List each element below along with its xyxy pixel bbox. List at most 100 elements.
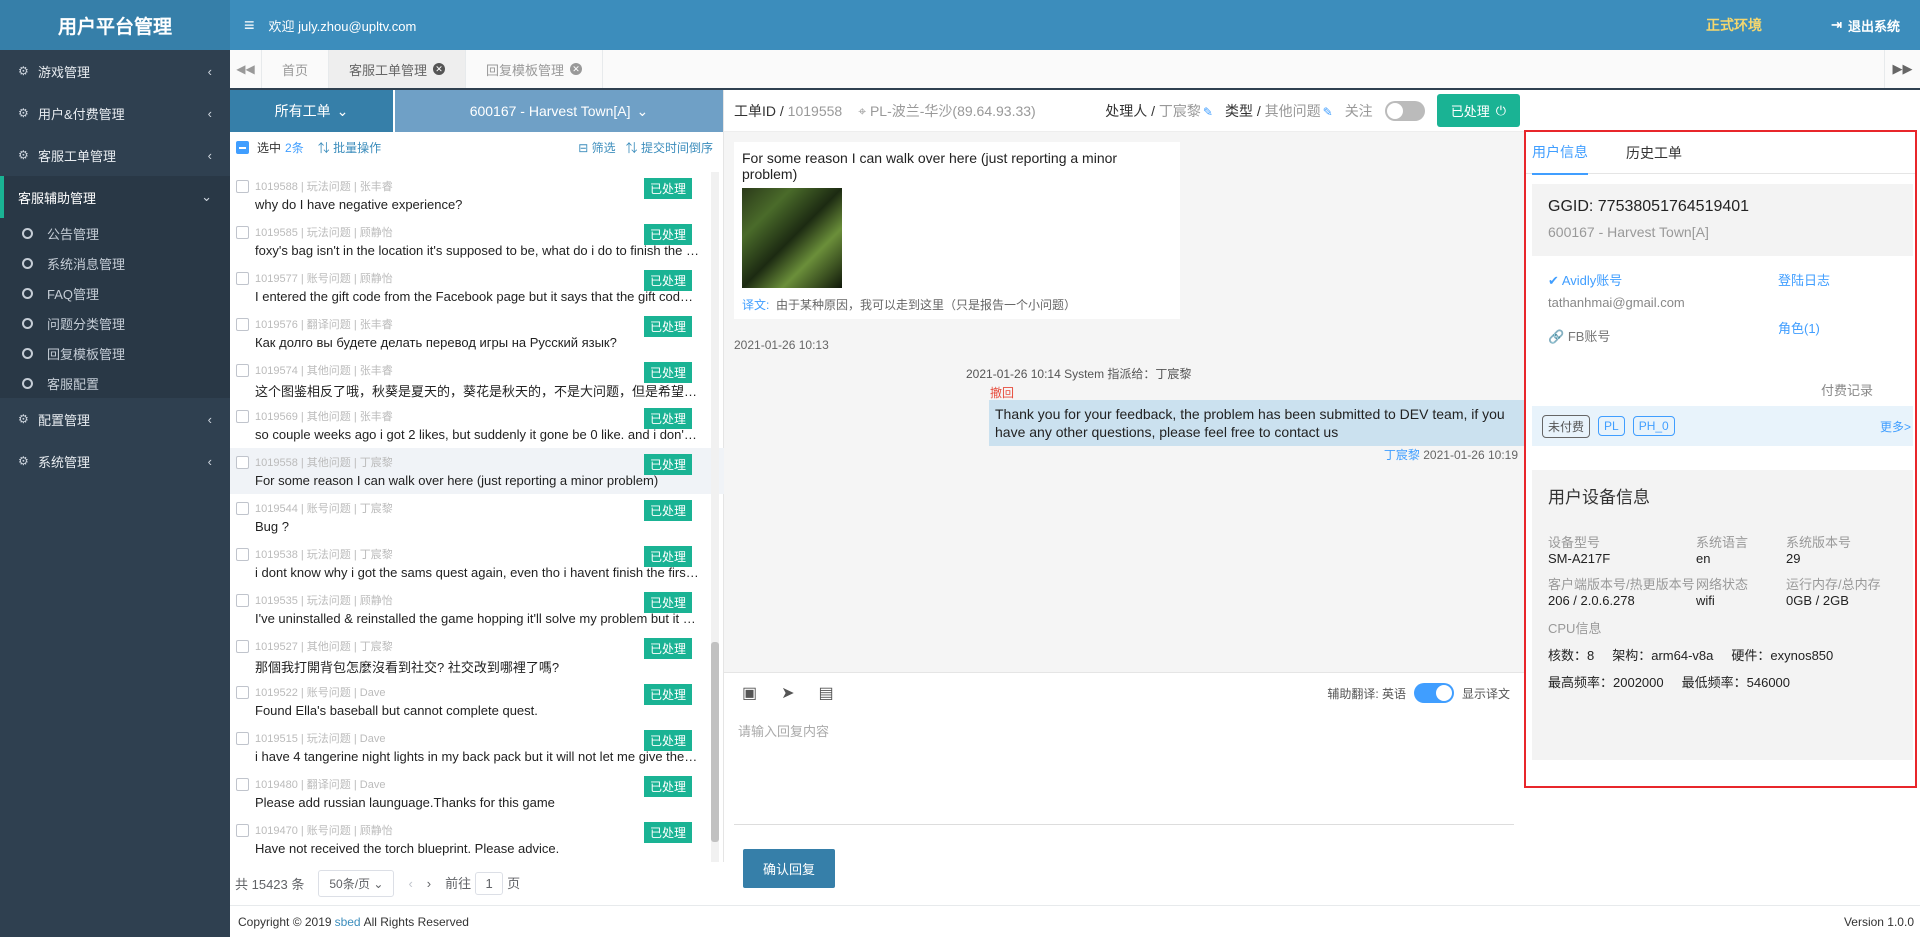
tab-home[interactable]: 首页 [262, 50, 330, 88]
filter-row: 所有工单 ⌄ 600167 - Harvest Town[A] ⌄ [230, 90, 723, 132]
screenshot-thumbnail[interactable] [742, 188, 842, 288]
ticket-checkbox[interactable] [236, 732, 249, 745]
ticket-checkbox[interactable] [236, 778, 249, 791]
sidebar-item-ticket[interactable]: ⚙ 客服工单管理 ‹ [0, 134, 230, 176]
prev-page-icon[interactable]: ‹ [408, 876, 412, 891]
cpu-max-freq: 最高频率：2002000 [1548, 675, 1664, 690]
ticket-checkbox[interactable] [236, 502, 249, 515]
ticket-row[interactable]: 1019574 | 其他问题 | 张丰睿 这个图鉴相反了哦，秋葵是夏天的，葵花是秋… [230, 356, 724, 402]
ticket-row[interactable]: 1019522 | 账号问题 | Dave Found Ella's baseba… [230, 678, 724, 724]
ticket-meta: 1019577 | 账号问题 | 顾静怡 [255, 273, 393, 285]
page-input[interactable]: 1 [475, 872, 504, 895]
edit-icon[interactable]: ✎ [1203, 105, 1213, 119]
ticket-checkbox[interactable] [236, 180, 249, 193]
submenu-item-reply-template[interactable]: 回复模板管理 [0, 338, 230, 368]
close-icon[interactable]: ✕ [570, 63, 583, 75]
submenu-item-announcement[interactable]: 公告管理 [0, 218, 230, 248]
game-dropdown[interactable]: 600167 - Harvest Town[A] ⌄ [395, 90, 723, 132]
ticket-checkbox[interactable] [236, 410, 249, 423]
ticket-checkbox[interactable] [236, 548, 249, 561]
submenu-label: 客服配置 [47, 376, 100, 392]
ticket-row[interactable]: 1019538 | 玩法问题 | 丁宸黎 i dont know why i go… [230, 540, 724, 586]
ticket-checkbox[interactable] [236, 272, 249, 285]
login-log-link[interactable]: 登陆日志 [1778, 270, 1830, 289]
image-icon[interactable]: ▣ [742, 683, 757, 703]
document-icon[interactable]: ▤ [819, 683, 834, 703]
field-value: en [1696, 551, 1711, 566]
sort-button[interactable]: ⇅ 提交时间倒序 [626, 139, 713, 156]
ticket-checkbox[interactable] [236, 318, 249, 331]
payment-record-link[interactable]: 付费记录 [1821, 380, 1873, 399]
ticket-row[interactable]: 1019576 | 翻译问题 | 张丰睿 Как долго вы будете … [230, 310, 724, 356]
role-link[interactable]: 角色(1) [1778, 318, 1820, 337]
submenu-item-system-message[interactable]: 系统消息管理 [0, 248, 230, 278]
assist-translate-label[interactable]: 辅助翻译: 英语 [1327, 685, 1406, 702]
ticket-row[interactable]: 1019558 | 其他问题 | 丁宸黎 For some reason I ca… [230, 448, 724, 494]
sidebar-item-game[interactable]: ⚙ 游戏管理 ‹ [0, 50, 230, 92]
tab-reply-template[interactable]: 回复模板管理 ✕ [466, 50, 604, 88]
ticket-row[interactable]: 1019588 | 玩法问题 | 张丰睿 why do I have negati… [230, 172, 724, 218]
ticket-checkbox[interactable] [236, 686, 249, 699]
reply-input[interactable]: 请输入回复内容 [734, 713, 1514, 825]
tab-ticket-management[interactable]: 客服工单管理 ✕ [329, 50, 467, 88]
batch-action-button[interactable]: ⇅ 批量操作 [318, 139, 381, 156]
ticket-row[interactable]: 1019569 | 其他问题 | 张丰睿 so couple weeks ago … [230, 402, 724, 448]
filter-button[interactable]: ⊟ 筛选 [578, 139, 615, 156]
more-link[interactable]: 更多> [1880, 418, 1911, 435]
menu-toggle-icon[interactable]: ≡ [244, 15, 255, 36]
brand-link[interactable]: sbed [335, 915, 361, 929]
ticket-row[interactable]: 1019577 | 账号问题 | 顾静怡 I entered the gift c… [230, 264, 724, 310]
close-icon[interactable]: ✕ [433, 63, 446, 75]
field-value: 29 [1786, 551, 1801, 566]
avidly-account[interactable]: ✔ Avidly账号 [1548, 270, 1897, 289]
next-page-icon[interactable]: › [427, 876, 431, 891]
follow-toggle[interactable] [1384, 100, 1425, 121]
ticket-checkbox[interactable] [236, 364, 249, 377]
show-translation-toggle[interactable] [1413, 683, 1454, 703]
confirm-reply-button[interactable]: 确认回复 [743, 849, 836, 888]
submenu: 公告管理 系统消息管理 FAQ管理 问题分类管理 回复模板管理 客服配置 [0, 218, 230, 398]
sidebar-item-config[interactable]: ⚙ 配置管理 ‹ [0, 398, 230, 440]
game-name: 600167 - Harvest Town[A] [1548, 224, 1709, 240]
submenu-label: 问题分类管理 [47, 316, 126, 332]
tab-ticket-history[interactable]: 历史工单 [1626, 143, 1682, 163]
submenu-item-category[interactable]: 问题分类管理 [0, 308, 230, 338]
ticket-checkbox[interactable] [236, 456, 249, 469]
type-field: 类型 / 其他问题 ✎ [1225, 101, 1333, 121]
ticket-row[interactable]: 1019535 | 玩法问题 | 顾静怡 I've uninstalled & r… [230, 586, 724, 632]
ticket-row[interactable]: 1019585 | 玩法问题 | 顾静怡 foxy's bag isn't in … [230, 218, 724, 264]
status-badge: 已处理 [643, 316, 692, 337]
sidebar-item-cs-assist[interactable]: 客服辅助管理 ⌄ [0, 176, 230, 218]
processed-button[interactable]: 已处理 ⏻ [1436, 94, 1520, 127]
ticket-row[interactable]: 1019527 | 其他问题 | 丁宸黎 那個我打開背包怎麼沒看到社交? 社交改到… [230, 632, 724, 678]
submenu-item-faq[interactable]: FAQ管理 [0, 278, 230, 308]
logout-button[interactable]: ⇥ 退出系统 [1831, 16, 1900, 35]
ticket-list-scrollbar[interactable] [711, 172, 719, 862]
status-badge: 已处理 [643, 178, 692, 199]
sidebar-item-user-payment[interactable]: ⚙ 用户&付费管理 ‹ [0, 92, 230, 134]
edit-icon[interactable]: ✎ [1323, 105, 1333, 119]
sidebar-item-system[interactable]: ⚙ 系统管理 ‹ [0, 440, 230, 482]
ticket-checkbox[interactable] [236, 226, 249, 239]
status-badge: 已处理 [643, 592, 692, 613]
tab-user-info[interactable]: 用户信息 [1532, 131, 1588, 175]
ticket-checkbox[interactable] [236, 594, 249, 607]
send-icon[interactable]: ➤ [781, 683, 794, 703]
ticket-status-dropdown[interactable]: 所有工单 ⌄ [230, 90, 393, 132]
ticket-checkbox[interactable] [236, 824, 249, 837]
ticket-row[interactable]: 1019480 | 翻译问题 | Dave Please add russian … [230, 770, 724, 816]
retract-link[interactable]: 撤回 [990, 384, 1014, 401]
select-all-checkbox[interactable] [236, 140, 249, 154]
ticket-row[interactable]: 1019470 | 账号问题 | 顾静怡 Have not received th… [230, 816, 724, 862]
page-size-select[interactable]: 50条/页 ⌄ [318, 870, 395, 897]
tab-bar: ◀◀ 首页 客服工单管理 ✕ 回复模板管理 ✕ ▶▶ [230, 50, 1920, 90]
tab-scroll-left-icon[interactable]: ◀◀ [230, 50, 262, 88]
ticket-checkbox[interactable] [236, 640, 249, 653]
submenu-item-cs-config[interactable]: 客服配置 [0, 368, 230, 398]
scrollbar-thumb[interactable] [711, 642, 719, 842]
chevron-down-icon: ⌄ [201, 189, 212, 204]
ticket-row[interactable]: 1019544 | 账号问题 | 丁宸黎 Bug ? 已处理 [230, 494, 724, 540]
ticket-row[interactable]: 1019515 | 玩法问题 | Dave i have 4 tangerine … [230, 724, 724, 770]
tab-scroll-right-icon[interactable]: ▶▶ [1884, 50, 1920, 88]
circle-icon [22, 347, 33, 359]
